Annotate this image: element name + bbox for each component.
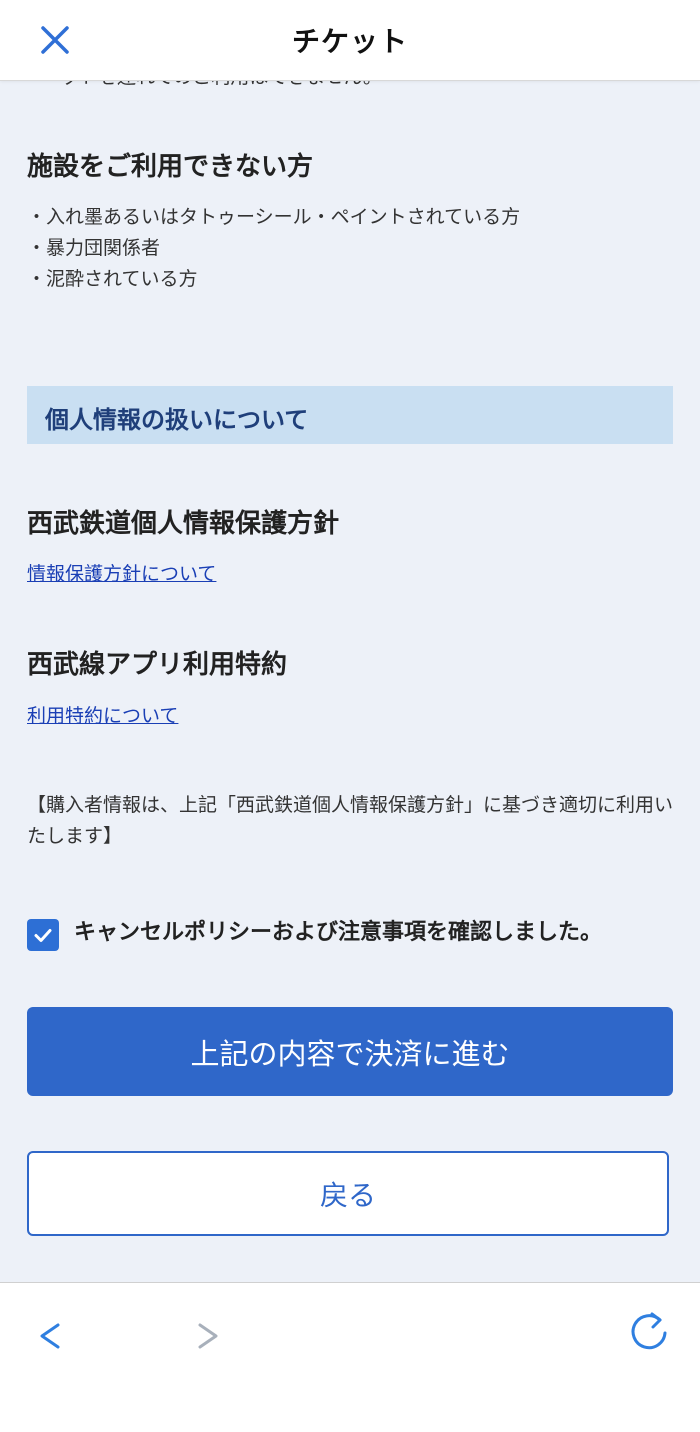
terms-heading: 西武線アプリ利用特約 [27,650,288,680]
page-title: チケット [291,25,408,58]
header-bar: チケット [0,0,700,81]
nav-forward-button[interactable] [183,1311,233,1361]
proceed-to-payment-button[interactable]: 上記の内容で決済に進む [27,1007,673,1096]
list-item: 暴力団関係者 [27,233,520,264]
reload-icon [631,1312,667,1350]
restrictions-list: 入れ墨あるいはタトゥーシール・ペイントされている方 暴力団関係者 泥酔されている… [27,202,520,295]
confirm-checkbox-label[interactable]: キャンセルポリシーおよび注意事項を確認しました。 [74,914,602,946]
reload-button[interactable] [625,1305,675,1355]
confirm-checkbox[interactable] [27,919,59,951]
chevron-right-icon [198,1323,218,1349]
back-button[interactable]: 戻る [27,1151,669,1236]
list-item: 入れ墨あるいはタトゥーシール・ペイントされている方 [27,202,520,233]
chevron-left-icon [40,1323,60,1349]
purchaser-info-note: 【購入者情報は、上記「西武鉄道個人情報保護方針」に基づき適切に利用いたします】 [27,794,674,847]
privacy-section-band: 個人情報の扱いについて [27,386,673,444]
policy-link[interactable]: 情報保護方針について [27,559,216,586]
privacy-section-title: 個人情報の扱いについて [45,406,309,434]
content-area: ットを連れてのご利用はできません。 施設をご利用できない方 入れ墨あるいはタトゥ… [0,0,700,1282]
restrictions-heading: 施設をご利用できない方 [27,152,314,182]
list-item: 泥酔されている方 [27,264,520,295]
policy-heading: 西武鉄道個人情報保護方針 [27,509,340,539]
browser-toolbar [0,1282,700,1432]
checkmark-icon [34,929,52,942]
terms-link[interactable]: 利用特約について [27,701,178,728]
nav-back-button[interactable] [25,1311,75,1361]
